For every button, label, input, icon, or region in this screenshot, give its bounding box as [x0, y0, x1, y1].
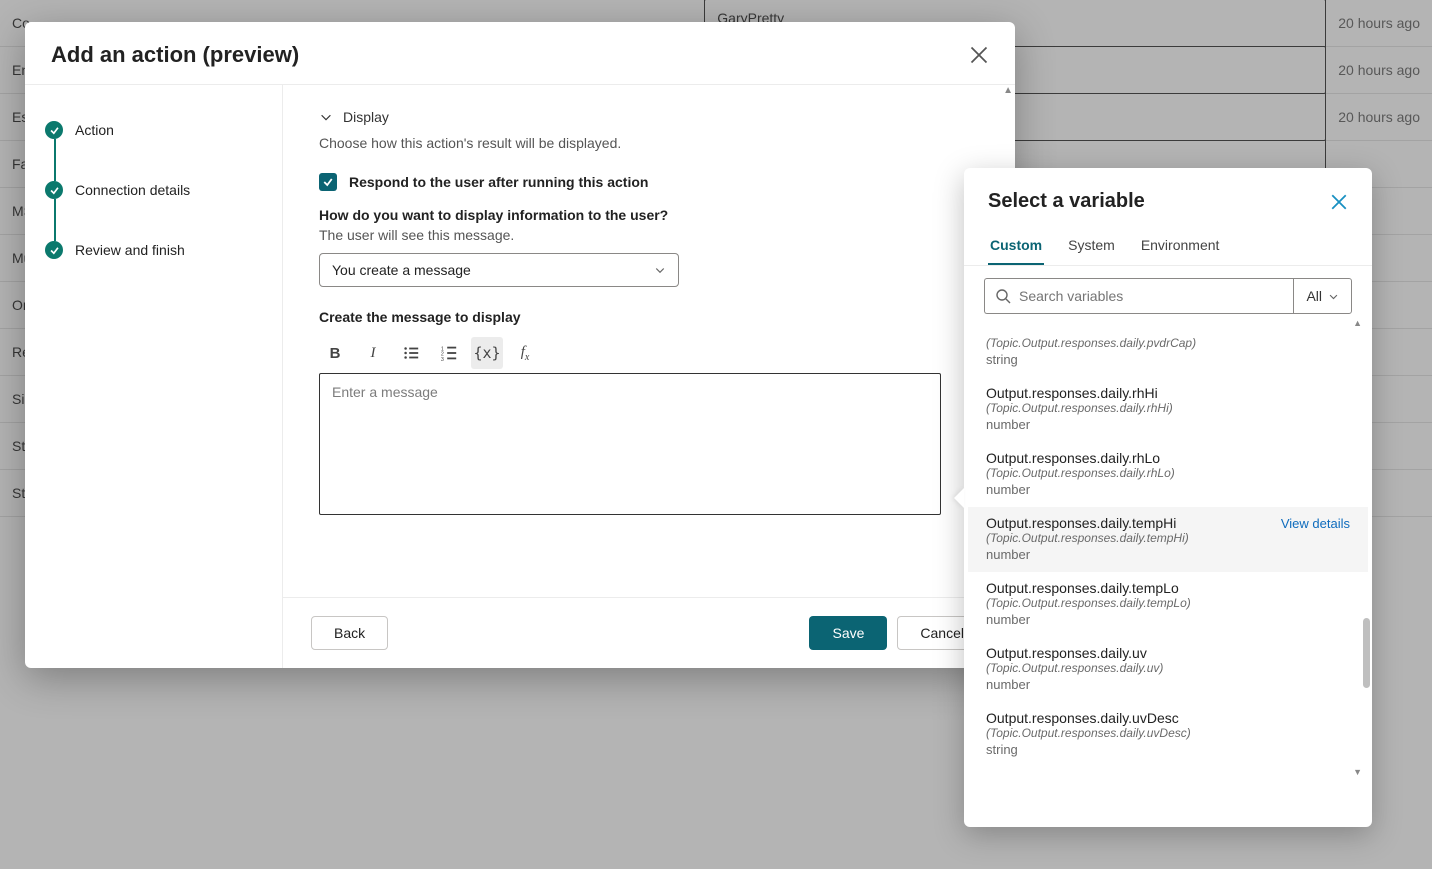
step-label: Action [75, 122, 114, 138]
flyout-title: Select a variable [988, 190, 1145, 213]
check-icon [45, 241, 63, 259]
formula-button[interactable]: fx [509, 337, 541, 369]
tab-environment[interactable]: Environment [1139, 231, 1222, 265]
scroll-up-arrow-icon: ▲ [968, 318, 1368, 328]
bold-button[interactable]: B [319, 337, 351, 369]
callout-tip [954, 488, 964, 508]
display-mode-select[interactable]: You create a message [319, 253, 679, 287]
variable-path: (Topic.Output.responses.daily.rhHi) [986, 401, 1350, 415]
variable-name: Output.responses.daily.tempHi [986, 515, 1176, 531]
variable-item[interactable]: Output.responses.daily.rhLo (Topic.Outpu… [968, 442, 1368, 507]
variable-name: Output.responses.daily.uvDesc [986, 710, 1179, 726]
variable-path: (Topic.Output.responses.daily.tempHi) [986, 531, 1350, 545]
search-field[interactable] [1019, 288, 1283, 304]
view-details-link[interactable]: View details [1281, 516, 1350, 531]
display-mode-value: You create a message [332, 262, 471, 278]
scroll-down-arrow-icon: ▼ [968, 767, 1368, 777]
chevron-down-icon [1328, 291, 1339, 302]
variable-type: number [986, 612, 1350, 627]
add-action-modal: Add an action (preview) Action Connectio… [25, 22, 1015, 668]
how-display-sub: The user will see this message. [319, 227, 979, 243]
chevron-down-icon [654, 264, 666, 276]
wizard-step[interactable]: Action [45, 111, 262, 149]
variable-path: (Topic.Output.responses.daily.uvDesc) [986, 726, 1350, 740]
variable-path: (Topic.Output.responses.daily.rhLo) [986, 466, 1350, 480]
variable-type: number [986, 417, 1350, 432]
insert-variable-button[interactable]: {x} [471, 337, 503, 369]
variable-type: number [986, 547, 1350, 562]
create-message-label: Create the message to display [319, 309, 979, 325]
close-icon[interactable] [969, 45, 989, 65]
tab-system[interactable]: System [1066, 231, 1117, 265]
variable-item[interactable]: Output.responses.daily.tempLo (Topic.Out… [968, 572, 1368, 637]
variable-filter-dropdown[interactable]: All [1293, 278, 1352, 314]
wizard-step[interactable]: Connection details [45, 171, 262, 209]
svg-text:3: 3 [441, 357, 444, 362]
display-section-toggle[interactable]: Display [319, 109, 979, 125]
variable-name: Output.responses.daily.rhHi [986, 385, 1158, 401]
variable-list[interactable]: ▲(Topic.Output.responses.daily.pvdrCap) … [964, 318, 1372, 827]
scroll-up-arrow-icon: ▲ [1003, 85, 1013, 96]
variable-type: string [986, 742, 1350, 757]
close-icon[interactable] [1330, 193, 1348, 211]
chevron-down-icon [319, 110, 333, 124]
variable-picker-flyout: Select a variable Custom System Environmen… [964, 168, 1372, 827]
variable-item[interactable]: Output.responses.daily.uv (Topic.Output.… [968, 637, 1368, 702]
variable-item[interactable]: (Topic.Output.responses.daily.pvdrCap) s… [968, 328, 1368, 377]
variable-path: (Topic.Output.responses.daily.tempLo) [986, 596, 1350, 610]
modal-footer: Back Save Cancel [283, 597, 1015, 668]
variable-name: Output.responses.daily.tempLo [986, 580, 1179, 596]
variable-name: Output.responses.daily.uv [986, 645, 1147, 661]
variable-path: (Topic.Output.responses.daily.pvdrCap) [986, 336, 1350, 350]
variable-type: number [986, 482, 1350, 497]
wizard-step[interactable]: Review and finish [45, 231, 262, 269]
display-description: Choose how this action's result will be … [319, 135, 979, 151]
variable-type: string [986, 352, 1350, 367]
how-display-heading: How do you want to display information t… [319, 207, 979, 223]
display-heading: Display [343, 109, 389, 125]
variable-search-input[interactable] [984, 278, 1293, 314]
variable-item[interactable]: Output.responses.daily.uvDesc (Topic.Out… [968, 702, 1368, 767]
save-button[interactable]: Save [809, 616, 887, 650]
check-icon [45, 181, 63, 199]
variable-name: Output.responses.daily.rhLo [986, 450, 1160, 466]
wizard-stepper: Action Connection details Review and fin… [25, 85, 283, 668]
variable-path: (Topic.Output.responses.daily.uv) [986, 661, 1350, 675]
italic-button[interactable]: I [357, 337, 389, 369]
bullet-list-button[interactable] [395, 337, 427, 369]
numbered-list-button[interactable]: 123 [433, 337, 465, 369]
variable-item[interactable]: Output.responses.daily.rhHi (Topic.Outpu… [968, 377, 1368, 442]
tab-custom[interactable]: Custom [988, 231, 1044, 265]
editor-placeholder: Enter a message [332, 384, 438, 400]
scrollbar-thumb[interactable] [1363, 618, 1370, 688]
variable-item[interactable]: Output.responses.daily.tempHi View detai… [968, 507, 1368, 572]
filter-label: All [1306, 288, 1322, 304]
flyout-tabs: Custom System Environment [964, 221, 1372, 266]
back-button[interactable]: Back [311, 616, 388, 650]
message-editor[interactable]: Enter a message [319, 373, 941, 515]
search-icon [995, 288, 1011, 304]
modal-title: Add an action (preview) [51, 42, 299, 68]
respond-checkbox[interactable] [319, 173, 337, 191]
step-label: Review and finish [75, 242, 185, 258]
step-label: Connection details [75, 182, 190, 198]
modal-content: ▲ Display Choose how this action's resul… [283, 85, 1015, 597]
respond-checkbox-label: Respond to the user after running this a… [349, 174, 648, 190]
variable-type: number [986, 677, 1350, 692]
editor-toolbar: B I 123 {x} fx [319, 337, 979, 369]
check-icon [45, 121, 63, 139]
